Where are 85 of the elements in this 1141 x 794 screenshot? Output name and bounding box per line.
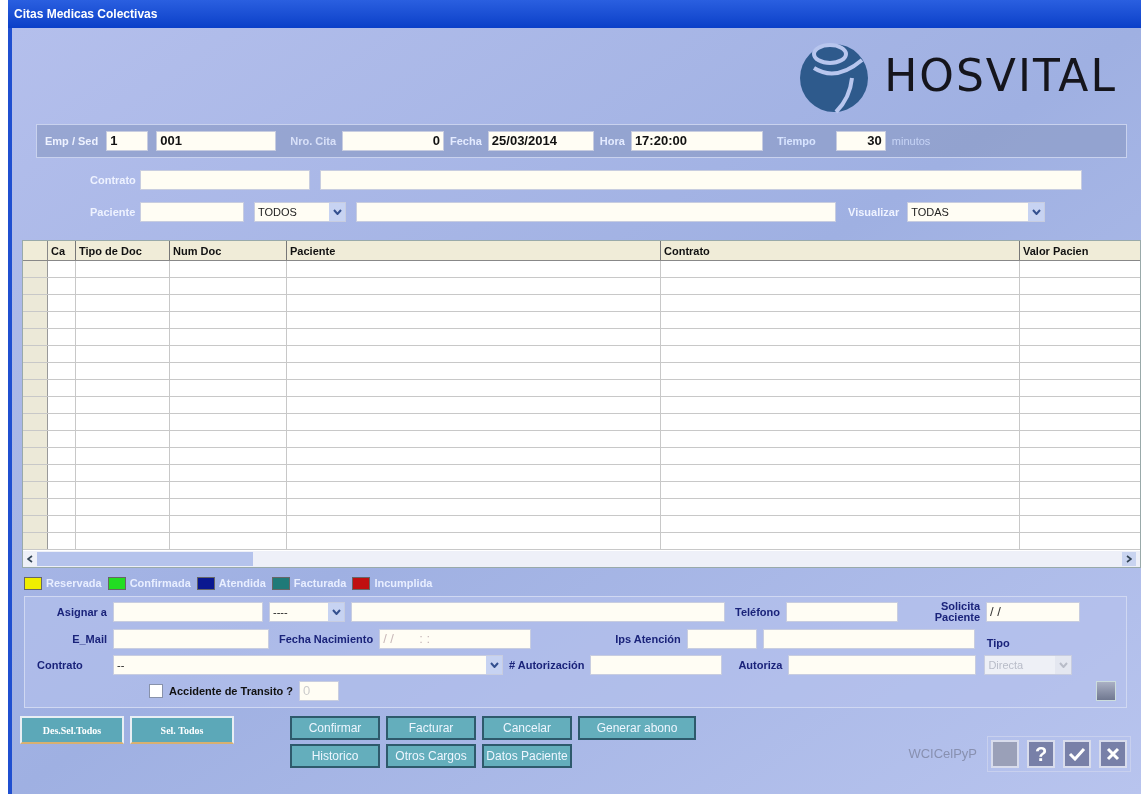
scroll-thumb[interactable] xyxy=(37,552,253,566)
legend-label: Atendida xyxy=(218,575,266,591)
text-field[interactable]: / / xyxy=(986,602,1080,622)
text-field[interactable] xyxy=(113,602,263,622)
scrollbar[interactable] xyxy=(23,551,1140,567)
accept-button[interactable] xyxy=(1063,740,1091,768)
text-field[interactable]: 0 xyxy=(342,131,445,151)
row-header[interactable] xyxy=(23,329,48,345)
help-button[interactable]: ? xyxy=(1027,740,1055,768)
row-header[interactable] xyxy=(23,414,48,430)
row-header[interactable] xyxy=(23,431,48,447)
field-label: Solicita Paciente xyxy=(933,601,980,623)
column-header[interactable]: Valor Pacien xyxy=(1020,241,1140,260)
legend-label: Facturada xyxy=(293,575,347,591)
field-label: Emp / Sed xyxy=(45,133,99,149)
text-field[interactable] xyxy=(686,629,757,649)
text-field[interactable] xyxy=(113,629,269,649)
field-label: Autoriza xyxy=(738,658,783,673)
column-header[interactable]: Num Doc xyxy=(170,241,287,260)
row-header[interactable] xyxy=(23,312,48,328)
dropdown[interactable]: -- xyxy=(113,655,503,676)
field-label: Nro. Cita xyxy=(290,133,337,149)
field-label: # Autorización xyxy=(509,658,585,673)
check-icon xyxy=(1068,747,1086,761)
column-header[interactable]: Tipo de Doc xyxy=(76,241,170,260)
text-field[interactable] xyxy=(140,170,310,190)
field-label: Contrato xyxy=(36,658,84,673)
row-header[interactable] xyxy=(23,346,48,362)
row-header[interactable] xyxy=(23,482,48,498)
row-header[interactable] xyxy=(23,499,48,515)
text-field[interactable] xyxy=(590,655,723,676)
legend-label: Incumplida xyxy=(374,575,433,591)
caret-icon xyxy=(328,603,344,621)
text-field[interactable] xyxy=(320,170,1082,190)
column-header[interactable]: Contrato xyxy=(661,241,1020,260)
field-label: Teléfono xyxy=(735,604,780,620)
row-header[interactable] xyxy=(23,278,48,294)
dropdown[interactable]: TODOS xyxy=(254,202,346,222)
window-title: Citas Medicas Colectivas xyxy=(14,6,158,23)
row-header[interactable] xyxy=(23,516,48,532)
row-header[interactable] xyxy=(23,261,48,277)
field-label: Accidente de Transito ? xyxy=(169,683,294,699)
field-label: Asignar a xyxy=(55,604,107,620)
caret-icon xyxy=(1055,656,1072,675)
field-label: Tipo xyxy=(986,635,1010,651)
text-field[interactable] xyxy=(356,202,836,222)
text-field[interactable] xyxy=(762,629,975,649)
text-field[interactable] xyxy=(786,602,898,622)
column-header[interactable]: Ca xyxy=(48,241,76,260)
dropdown[interactable]: ---- xyxy=(269,602,345,622)
row-header[interactable] xyxy=(23,448,48,464)
row-header[interactable] xyxy=(23,363,48,379)
text-field[interactable]: 30 xyxy=(835,131,886,151)
field-label: Visualizar xyxy=(848,204,900,220)
legend-label: Reservada xyxy=(46,575,102,591)
row-header[interactable] xyxy=(23,380,48,396)
field-label: Hora xyxy=(599,133,625,149)
dropdown[interactable]: TODAS xyxy=(907,202,1046,222)
field-label: Fecha xyxy=(450,133,482,149)
small-button[interactable] xyxy=(1096,680,1116,701)
row-header[interactable] xyxy=(23,465,48,481)
caret-icon xyxy=(486,656,502,675)
text-field[interactable] xyxy=(788,655,977,676)
field-label: Ips Atención xyxy=(615,631,681,647)
field-label: E_Mail xyxy=(71,631,107,647)
checkbox[interactable] xyxy=(149,683,163,698)
text-field[interactable]: 17:20:00 xyxy=(630,131,763,151)
close-button[interactable] xyxy=(1099,740,1127,768)
legend-label: Confirmada xyxy=(129,575,191,591)
column-header[interactable]: Paciente xyxy=(287,241,661,260)
field-label: Fecha Nacimiento xyxy=(279,631,374,647)
caret-icon xyxy=(329,203,345,221)
text-field[interactable] xyxy=(140,202,244,222)
close-icon xyxy=(1106,747,1120,761)
row-header[interactable] xyxy=(23,397,48,413)
text-field[interactable]: 25/03/2014 xyxy=(487,131,594,151)
text-field[interactable] xyxy=(351,602,725,622)
logo-text: HOSVITAL xyxy=(884,49,1117,103)
field-label: Tiempo xyxy=(776,133,816,149)
text-field[interactable]: 001 xyxy=(156,131,277,151)
scroll-right-icon[interactable] xyxy=(1122,552,1136,566)
caret-icon xyxy=(1028,203,1045,221)
text-field[interactable]: 1 xyxy=(106,131,149,151)
form-code: WCICelPyP xyxy=(908,745,977,764)
row-header[interactable] xyxy=(23,295,48,311)
